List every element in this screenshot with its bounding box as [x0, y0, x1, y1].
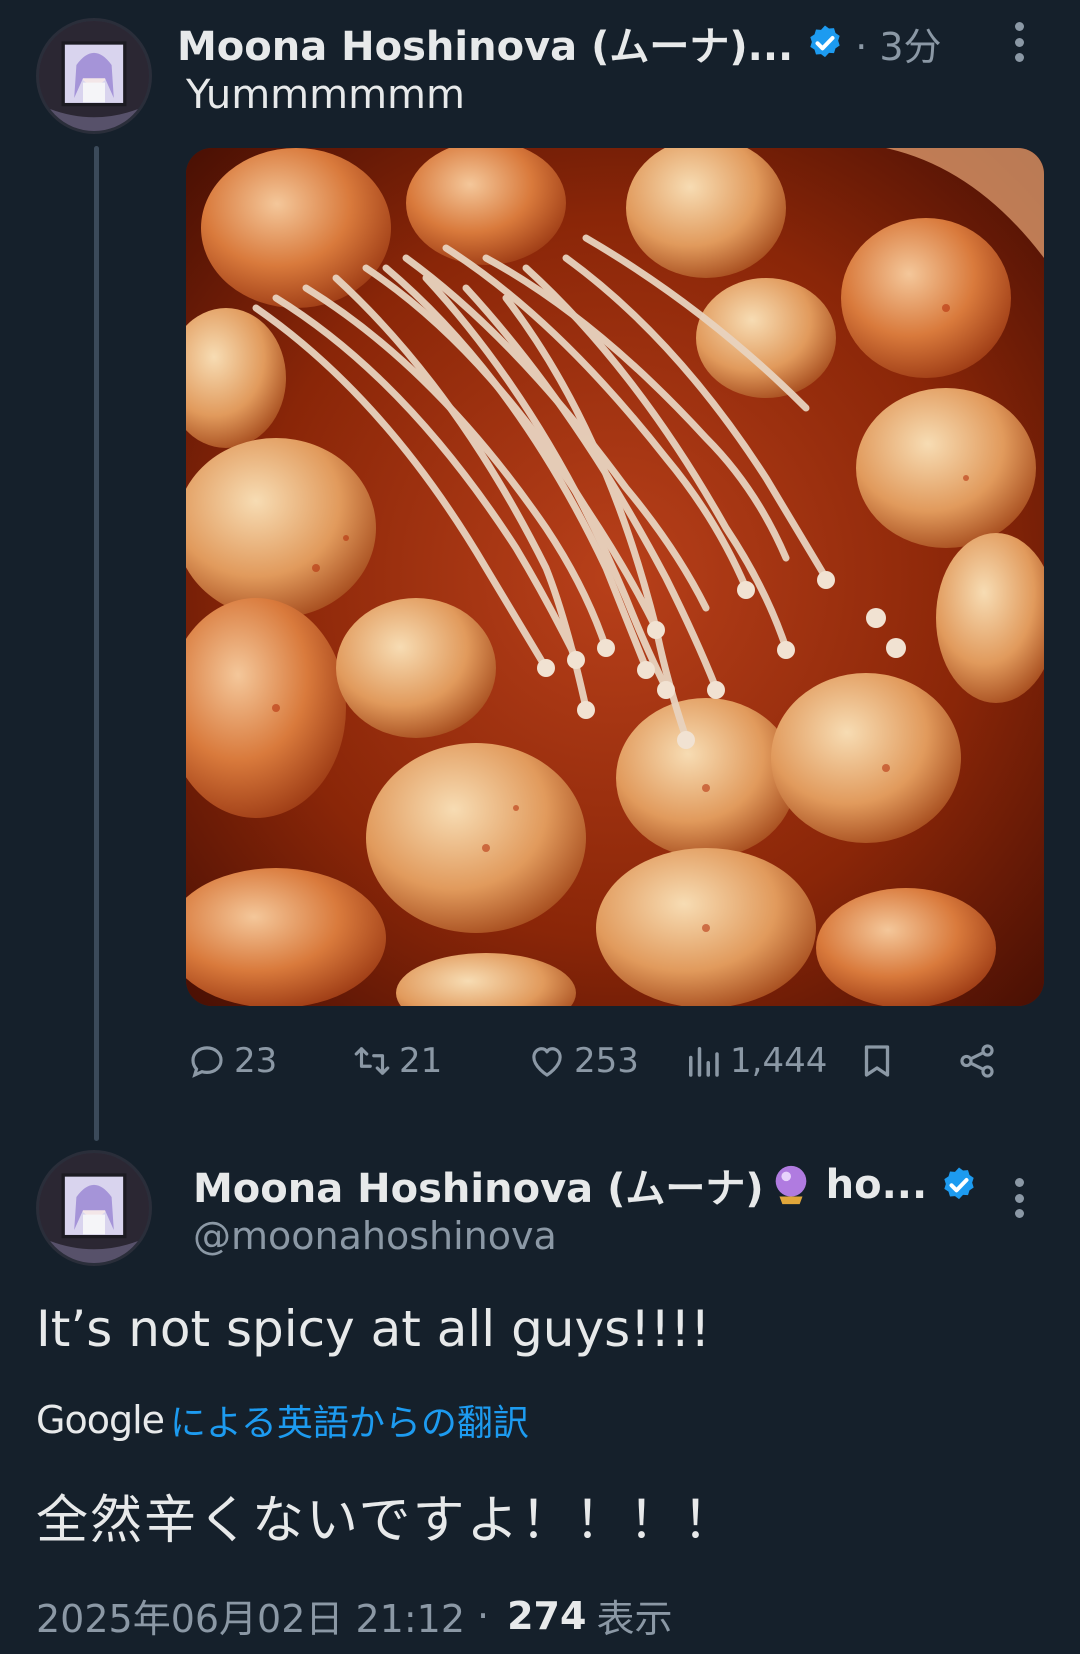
avatar[interactable] — [36, 1150, 152, 1266]
separator-dot: · — [477, 1593, 490, 1638]
reply-button[interactable]: 23 — [186, 1035, 277, 1087]
tweet-header: Moona Hoshinova (ムーナ) ho... — [193, 1156, 979, 1214]
views-label: 表示 — [596, 1597, 673, 1641]
google-logo: Google — [36, 1398, 165, 1442]
share-icon — [960, 1044, 994, 1078]
bookmark-button[interactable] — [856, 1035, 904, 1087]
verified-badge-icon — [944, 1167, 974, 1200]
verified-badge-icon — [810, 25, 840, 58]
tweet-photo[interactable] — [186, 148, 1044, 1006]
display-name[interactable]: Moona Hoshinova (ムーナ) — [193, 1156, 764, 1214]
translated-text: 全然辛くないですよ！！！！ — [36, 1491, 737, 1551]
like-button[interactable]: 253 — [526, 1035, 639, 1087]
avatar-image — [39, 21, 149, 131]
retweet-button[interactable]: 21 — [351, 1035, 442, 1087]
more-options-icon[interactable] — [999, 12, 1039, 72]
tweet-text: It’s not spicy at all guys!!!! — [36, 1300, 711, 1358]
more-options-icon[interactable] — [999, 1168, 1039, 1228]
reply-icon — [191, 1046, 223, 1078]
tweet-text: Yummmmmm — [186, 72, 465, 118]
retweet-icon — [354, 1047, 390, 1075]
like-count: 253 — [574, 1041, 639, 1081]
tweet-time[interactable]: · 3分 — [855, 16, 941, 71]
avatar[interactable] — [36, 18, 152, 134]
translation-attribution: Google による英語からの翻訳 — [36, 1394, 529, 1446]
tweet-actions: 23 21 253 1,444 — [186, 1035, 1044, 1087]
display-name[interactable]: Moona Hoshinova (ムーナ)... — [177, 14, 793, 72]
heart-icon — [532, 1047, 562, 1077]
tweet-header: Moona Hoshinova (ムーナ)... · 3分 — [177, 14, 942, 72]
reply-count: 23 — [234, 1041, 278, 1081]
crystal-ball-icon — [775, 1165, 806, 1205]
translation-link[interactable]: による英語からの翻訳 — [170, 1394, 529, 1446]
user-handle[interactable]: @moonahoshinova — [193, 1214, 557, 1258]
views-button[interactable]: 1,444 — [682, 1035, 827, 1087]
views-bar-chart-icon — [689, 1047, 719, 1077]
retweet-count: 21 — [399, 1041, 443, 1081]
thread-line — [94, 146, 99, 1141]
tweet-timestamp[interactable]: 2025年06月02日 21:12 — [36, 1588, 465, 1643]
display-name-suffix[interactable]: ho... — [826, 1162, 928, 1208]
hotpot-photo — [186, 148, 1044, 1006]
share-button[interactable] — [956, 1035, 1004, 1087]
views-count: 274 — [507, 1593, 587, 1638]
views-count: 1,444 — [730, 1041, 828, 1081]
tweet-footer: 2025年06月02日 21:12 · 274 表示 — [36, 1588, 672, 1643]
avatar-image — [39, 1153, 149, 1263]
bookmark-icon — [864, 1045, 890, 1077]
